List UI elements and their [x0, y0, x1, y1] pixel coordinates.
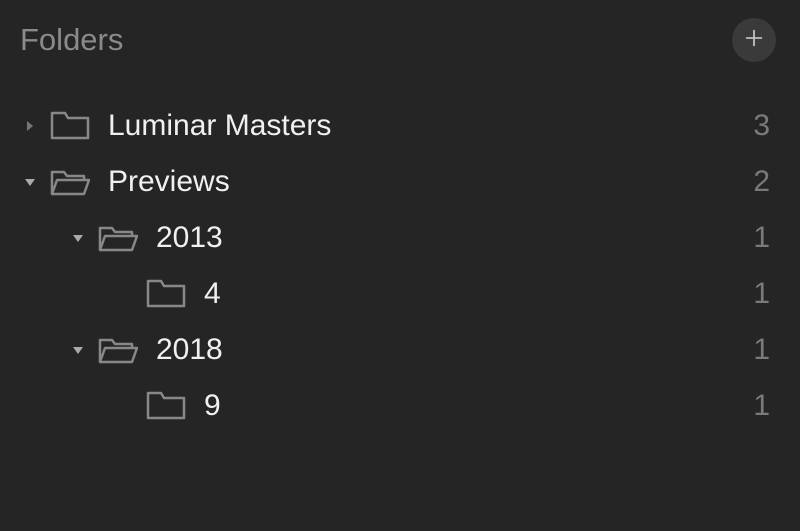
folder-luminar-masters[interactable]: Luminar Masters 3: [20, 98, 776, 154]
disclosure-down-icon[interactable]: [68, 340, 88, 360]
folder-label: 4: [204, 277, 753, 311]
folder-previews[interactable]: Previews 2: [20, 154, 776, 210]
folder-2013[interactable]: 2013 1: [20, 210, 776, 266]
folder-closed-icon: [50, 110, 90, 142]
folder-count: 1: [753, 277, 776, 311]
folder-open-icon: [98, 222, 138, 254]
folder-label: 9: [204, 389, 753, 423]
disclosure-down-icon[interactable]: [20, 172, 40, 192]
disclosure-right-icon[interactable]: [20, 116, 40, 136]
folder-label: Luminar Masters: [108, 109, 753, 143]
plus-icon: [743, 27, 765, 54]
folder-4[interactable]: 4 1: [20, 266, 776, 322]
panel-title: Folders: [20, 22, 123, 58]
folder-closed-icon: [146, 278, 186, 310]
folder-2018[interactable]: 2018 1: [20, 322, 776, 378]
disclosure-down-icon[interactable]: [68, 228, 88, 248]
folder-label: 2013: [156, 221, 753, 255]
folder-open-icon: [50, 166, 90, 198]
folder-closed-icon: [146, 390, 186, 422]
folder-label: Previews: [108, 165, 753, 199]
folder-count: 2: [753, 165, 776, 199]
folder-count: 1: [753, 389, 776, 423]
folder-count: 1: [753, 221, 776, 255]
folder-label: 2018: [156, 333, 753, 367]
folders-panel: Folders Luminar Masters 3: [0, 0, 800, 458]
folder-9[interactable]: 9 1: [20, 378, 776, 434]
folder-open-icon: [98, 334, 138, 366]
folder-count: 1: [753, 333, 776, 367]
add-folder-button[interactable]: [732, 18, 776, 62]
panel-header: Folders: [20, 18, 776, 62]
folder-count: 3: [753, 109, 776, 143]
